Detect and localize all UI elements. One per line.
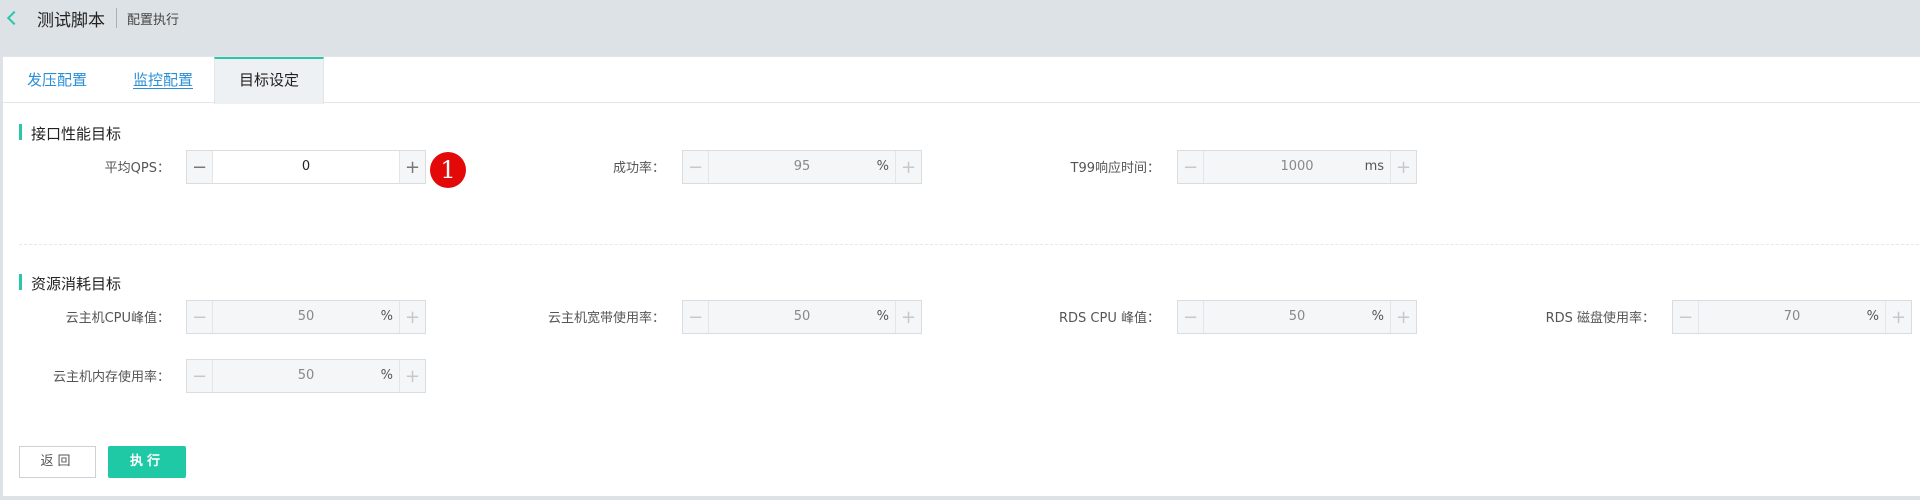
plus-icon[interactable]: + — [399, 151, 425, 183]
vm-cpu-peak-label: 云主机CPU峰值： — [65, 311, 170, 326]
plus-icon[interactable]: + — [895, 151, 921, 183]
config-panel: 发压配置 监控配置 目标设定 接口性能目标 平均QPS： − 0 + 1 成功率… — [3, 56, 1920, 496]
page-title: 测试脚本 — [37, 10, 105, 31]
vm-bandwidth-value: 50 — [793, 309, 811, 324]
callout-badge: 1 — [430, 152, 466, 188]
rds-disk-usage-value: 70 — [1783, 309, 1801, 324]
t99-response-input[interactable]: 1000 ms — [1204, 151, 1390, 183]
section-divider — [19, 244, 1919, 245]
plus-icon[interactable]: + — [1390, 151, 1416, 183]
success-rate-label: 成功率： — [612, 161, 665, 176]
t99-response-label: T99响应时间： — [1070, 161, 1160, 176]
vm-memory-usage-label: 云主机内存使用率： — [52, 370, 170, 385]
minus-icon[interactable]: − — [187, 151, 213, 183]
tab-bar: 发压配置 监控配置 目标设定 — [3, 57, 1920, 104]
rds-cpu-peak-unit: % — [1371, 309, 1384, 324]
vm-memory-usage-input[interactable]: 50 % — [213, 360, 399, 392]
resource-section-title: 资源消耗目标 — [19, 273, 121, 294]
vm-cpu-peak-stepper[interactable]: − 50 % + — [186, 300, 426, 334]
t99-response-value: 1000 — [1280, 159, 1314, 174]
t99-response-unit: ms — [1364, 159, 1384, 174]
plus-icon[interactable]: + — [895, 301, 921, 333]
avg-qps-input[interactable]: 0 — [213, 151, 399, 183]
success-rate-input[interactable]: 95 % — [709, 151, 895, 183]
rds-cpu-peak-value: 50 — [1288, 309, 1306, 324]
rds-disk-usage-unit: % — [1866, 309, 1879, 324]
title-separator — [116, 8, 117, 28]
performance-section-title: 接口性能目标 — [19, 123, 121, 144]
rds-cpu-peak-label: RDS CPU 峰值： — [1059, 311, 1160, 326]
plus-icon[interactable]: + — [1885, 301, 1911, 333]
success-rate-value: 95 — [793, 159, 811, 174]
chevron-left-icon[interactable] — [6, 10, 22, 26]
plus-icon[interactable]: + — [399, 360, 425, 392]
rds-cpu-peak-input[interactable]: 50 % — [1204, 301, 1390, 333]
success-rate-stepper[interactable]: − 95 % + — [682, 150, 922, 184]
execute-button[interactable]: 执行 — [108, 446, 186, 478]
tab-monitor-config[interactable]: 监控配置 — [111, 57, 215, 103]
avg-qps-value: 0 — [301, 159, 311, 174]
top-bar: 测试脚本 配置执行 — [0, 0, 1920, 36]
rds-disk-usage-label: RDS 磁盘使用率： — [1545, 311, 1655, 326]
plus-icon[interactable]: + — [1390, 301, 1416, 333]
vm-bandwidth-input[interactable]: 50 % — [709, 301, 895, 333]
vm-cpu-peak-input[interactable]: 50 % — [213, 301, 399, 333]
vm-cpu-peak-unit: % — [380, 309, 393, 324]
rds-disk-usage-input[interactable]: 70 % — [1699, 301, 1885, 333]
tab-pressure-config[interactable]: 发压配置 — [3, 57, 111, 103]
minus-icon[interactable]: − — [1178, 301, 1204, 333]
t99-response-stepper[interactable]: − 1000 ms + — [1177, 150, 1417, 184]
vm-bandwidth-label: 云主机宽带使用率： — [547, 311, 665, 326]
vm-bandwidth-stepper[interactable]: − 50 % + — [682, 300, 922, 334]
vm-memory-usage-value: 50 — [297, 368, 315, 383]
rds-disk-usage-stepper[interactable]: − 70 % + — [1672, 300, 1912, 334]
avg-qps-label: 平均QPS： — [104, 161, 170, 176]
minus-icon[interactable]: − — [187, 301, 213, 333]
success-rate-unit: % — [876, 159, 889, 174]
vm-memory-usage-stepper[interactable]: − 50 % + — [186, 359, 426, 393]
minus-icon[interactable]: − — [1178, 151, 1204, 183]
plus-icon[interactable]: + — [399, 301, 425, 333]
minus-icon[interactable]: − — [1673, 301, 1699, 333]
breadcrumb: 配置执行 — [127, 12, 180, 28]
minus-icon[interactable]: − — [683, 151, 709, 183]
minus-icon[interactable]: − — [187, 360, 213, 392]
tab-target-settings[interactable]: 目标设定 — [214, 57, 324, 104]
vm-cpu-peak-value: 50 — [297, 309, 315, 324]
back-button[interactable]: 返回 — [19, 446, 96, 478]
vm-bandwidth-unit: % — [876, 309, 889, 324]
vm-memory-usage-unit: % — [380, 368, 393, 383]
avg-qps-stepper[interactable]: − 0 + — [186, 150, 426, 184]
minus-icon[interactable]: − — [683, 301, 709, 333]
rds-cpu-peak-stepper[interactable]: − 50 % + — [1177, 300, 1417, 334]
